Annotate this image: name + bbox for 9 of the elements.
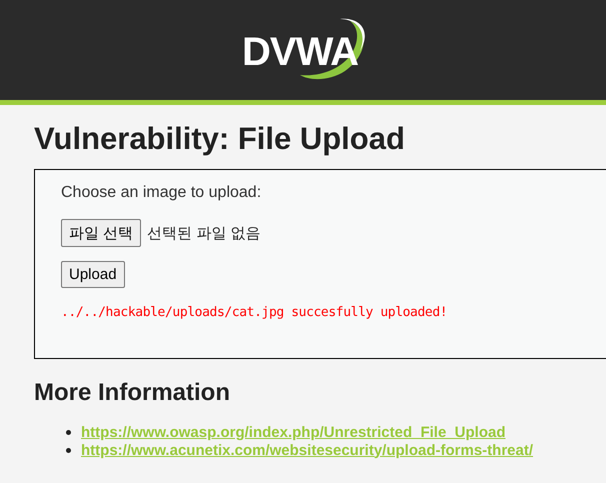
file-select-button[interactable]: 파일 선택: [61, 219, 142, 247]
upload-label: Choose an image to upload:: [61, 183, 262, 203]
file-status: 선택된 파일 없음: [147, 224, 261, 242]
bullet-icon: [66, 448, 71, 452]
success-message: ../../hackable/uploads/cat.jpg succesfully uploaded!: [61, 305, 448, 320]
section-heading: More Information: [34, 379, 231, 407]
bullet-icon: [66, 430, 71, 434]
upload-button[interactable]: Upload: [61, 261, 125, 288]
page-title: Vulnerability: File Upload: [34, 120, 406, 158]
